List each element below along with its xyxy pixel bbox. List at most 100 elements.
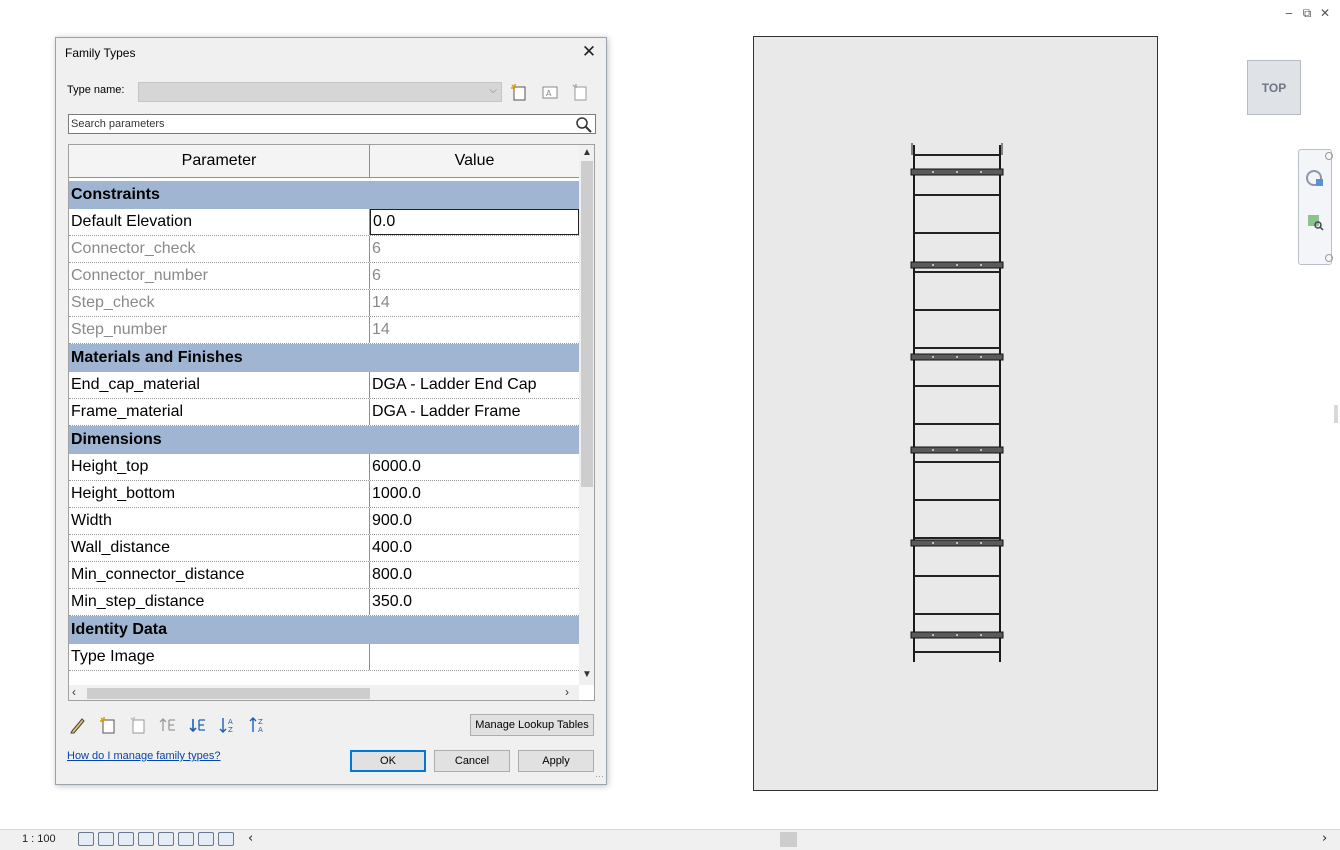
grid-horizontal-scrollbar[interactable]: ‹ › bbox=[69, 685, 579, 700]
scroll-right-arrow-icon[interactable]: › bbox=[565, 685, 569, 699]
revit-window: ‒ ⧉ ✕ TOP 1: 100 ‹ › Family Types ✕ Typ… bbox=[0, 0, 1340, 850]
table-row[interactable]: Min_step_distance 350.0 bbox=[69, 589, 579, 616]
parameter-name: Default Elevation bbox=[69, 209, 370, 235]
cancel-button[interactable]: Cancel bbox=[434, 750, 510, 772]
close-window-icon[interactable]: ✕ bbox=[1318, 6, 1332, 20]
parameter-value[interactable]: 350.0 bbox=[370, 589, 579, 615]
view-canvas[interactable] bbox=[753, 36, 1158, 791]
group-header[interactable]: Identity Data bbox=[69, 616, 579, 644]
table-row[interactable]: Height_bottom 1000.0 bbox=[69, 481, 579, 508]
search-input[interactable] bbox=[71, 116, 571, 132]
parameter-value-input[interactable]: 0.0 bbox=[370, 209, 579, 235]
show-crop-icon[interactable] bbox=[178, 832, 194, 846]
table-row[interactable]: Step_number 14 bbox=[69, 317, 579, 344]
parameter-value[interactable]: DGA - Ladder End Cap bbox=[370, 372, 579, 398]
column-header-value[interactable]: Value bbox=[370, 145, 579, 177]
sort-ascending-icon[interactable]: AZ bbox=[218, 715, 238, 735]
type-name-dropdown[interactable]: ⌵ bbox=[138, 82, 502, 102]
temporary-hide-icon[interactable] bbox=[198, 832, 214, 846]
search-icon[interactable] bbox=[575, 116, 593, 133]
apply-button[interactable]: Apply bbox=[518, 750, 594, 772]
parameter-name: Step_number bbox=[69, 317, 370, 343]
table-row[interactable]: Type Image bbox=[69, 644, 579, 671]
view-horizontal-scrollbar[interactable] bbox=[780, 832, 797, 847]
zoom-icon[interactable] bbox=[1305, 212, 1325, 232]
group-header[interactable]: Dimensions bbox=[69, 426, 579, 454]
sort-descending-icon[interactable]: ZA bbox=[248, 715, 268, 735]
scroll-down-arrow-icon[interactable]: ▼ bbox=[582, 669, 592, 680]
parameter-value[interactable]: 6000.0 bbox=[370, 454, 579, 480]
table-row[interactable]: Height_top 6000.0 bbox=[69, 454, 579, 481]
scroll-up-arrow-icon[interactable]: ▲ bbox=[582, 147, 592, 158]
rename-type-icon[interactable]: A bbox=[540, 82, 560, 102]
grid-header: Parameter Value bbox=[69, 145, 579, 178]
column-header-parameter[interactable]: Parameter bbox=[69, 145, 370, 177]
parameter-name: Min_connector_distance bbox=[69, 562, 370, 588]
table-row[interactable]: Min_connector_distance 800.0 bbox=[69, 562, 579, 589]
crop-view-icon[interactable] bbox=[158, 832, 174, 846]
scrollbar-thumb[interactable] bbox=[87, 688, 370, 699]
table-row[interactable]: Default Elevation 0.0 bbox=[69, 209, 579, 236]
table-row[interactable]: Connector_number 6 bbox=[69, 263, 579, 290]
scrollbar-thumb[interactable] bbox=[581, 161, 593, 487]
parameter-name: Type Image bbox=[69, 644, 370, 670]
detail-level-icon[interactable] bbox=[78, 832, 94, 846]
view-scale[interactable]: 1 : 100 bbox=[22, 833, 56, 845]
viewcube[interactable]: TOP bbox=[1247, 60, 1301, 115]
parameter-value: 6 bbox=[372, 267, 381, 284]
restore-icon[interactable]: ⧉ bbox=[1300, 6, 1314, 20]
scroll-right-arrow-icon[interactable]: › bbox=[1322, 831, 1327, 846]
table-row[interactable]: Width 900.0 bbox=[69, 508, 579, 535]
parameter-name: Connector_number bbox=[69, 263, 370, 289]
table-row[interactable]: Frame_material DGA - Ladder Frame bbox=[69, 399, 579, 426]
navbar-close-icon[interactable] bbox=[1325, 152, 1333, 160]
scroll-left-arrow-icon[interactable]: ‹ bbox=[72, 685, 76, 699]
parameter-name: Min_step_distance bbox=[69, 589, 370, 615]
parameter-value[interactable]: 1000.0 bbox=[370, 481, 579, 507]
table-row[interactable]: End_cap_material DGA - Ladder End Cap bbox=[69, 372, 579, 399]
ok-button[interactable]: OK bbox=[350, 750, 426, 772]
move-down-icon[interactable] bbox=[188, 715, 208, 735]
parameter-value[interactable]: DGA - Ladder Frame bbox=[370, 399, 579, 425]
table-row[interactable]: Step_check 14 bbox=[69, 290, 579, 317]
group-header[interactable]: Constraints bbox=[69, 181, 579, 209]
table-row[interactable]: Wall_distance 400.0 bbox=[69, 535, 579, 562]
shadows-icon[interactable] bbox=[138, 832, 154, 846]
help-link[interactable]: How do I manage family types? bbox=[67, 750, 220, 762]
svg-text:Z: Z bbox=[228, 726, 233, 734]
parameter-toolbar: AZ ZA bbox=[68, 714, 268, 736]
dialog-close-icon[interactable]: ✕ bbox=[580, 42, 598, 62]
parameter-rows: Constraints Default Elevation 0.0 Connect… bbox=[69, 181, 579, 671]
parameter-value: 14 bbox=[372, 294, 390, 311]
sun-path-icon[interactable] bbox=[118, 832, 134, 846]
new-type-icon[interactable] bbox=[509, 82, 529, 102]
parameter-value[interactable]: 800.0 bbox=[370, 562, 579, 588]
delete-type-icon[interactable] bbox=[570, 82, 590, 102]
delete-parameter-icon[interactable] bbox=[128, 715, 148, 735]
svg-text:Z: Z bbox=[258, 718, 263, 726]
window-controls: ‒ ⧉ ✕ bbox=[1282, 6, 1332, 21]
navbar-options-icon[interactable] bbox=[1325, 254, 1333, 262]
parameter-value[interactable]: 900.0 bbox=[370, 508, 579, 534]
move-up-icon[interactable] bbox=[158, 715, 178, 735]
pencil-icon[interactable] bbox=[68, 715, 88, 735]
parameter-name: Height_bottom bbox=[69, 481, 370, 507]
new-parameter-icon[interactable] bbox=[98, 715, 118, 735]
parameter-value: 6 bbox=[372, 240, 381, 257]
reveal-hidden-icon[interactable] bbox=[218, 832, 234, 846]
view-vertical-scrollbar[interactable] bbox=[1334, 405, 1338, 423]
svg-text:A: A bbox=[228, 718, 233, 726]
manage-lookup-tables-button[interactable]: Manage Lookup Tables bbox=[470, 714, 594, 736]
scroll-left-arrow-icon[interactable]: ‹ bbox=[248, 831, 253, 846]
parameter-value[interactable]: 400.0 bbox=[370, 535, 579, 561]
table-row[interactable]: Connector_check 6 bbox=[69, 236, 579, 263]
parameter-value[interactable] bbox=[370, 644, 579, 670]
minimize-icon[interactable]: ‒ bbox=[1282, 6, 1296, 20]
resize-grip-icon[interactable]: ⋯ bbox=[595, 771, 604, 782]
visual-style-icon[interactable] bbox=[98, 832, 114, 846]
group-header[interactable]: Materials and Finishes bbox=[69, 344, 579, 372]
type-name-label: Type name: bbox=[67, 84, 125, 96]
grid-vertical-scrollbar[interactable]: ▲ ▼ bbox=[579, 145, 594, 685]
steering-wheel-icon[interactable] bbox=[1305, 168, 1325, 188]
parameters-grid: Parameter Value Constraints Default Elev… bbox=[68, 144, 595, 701]
